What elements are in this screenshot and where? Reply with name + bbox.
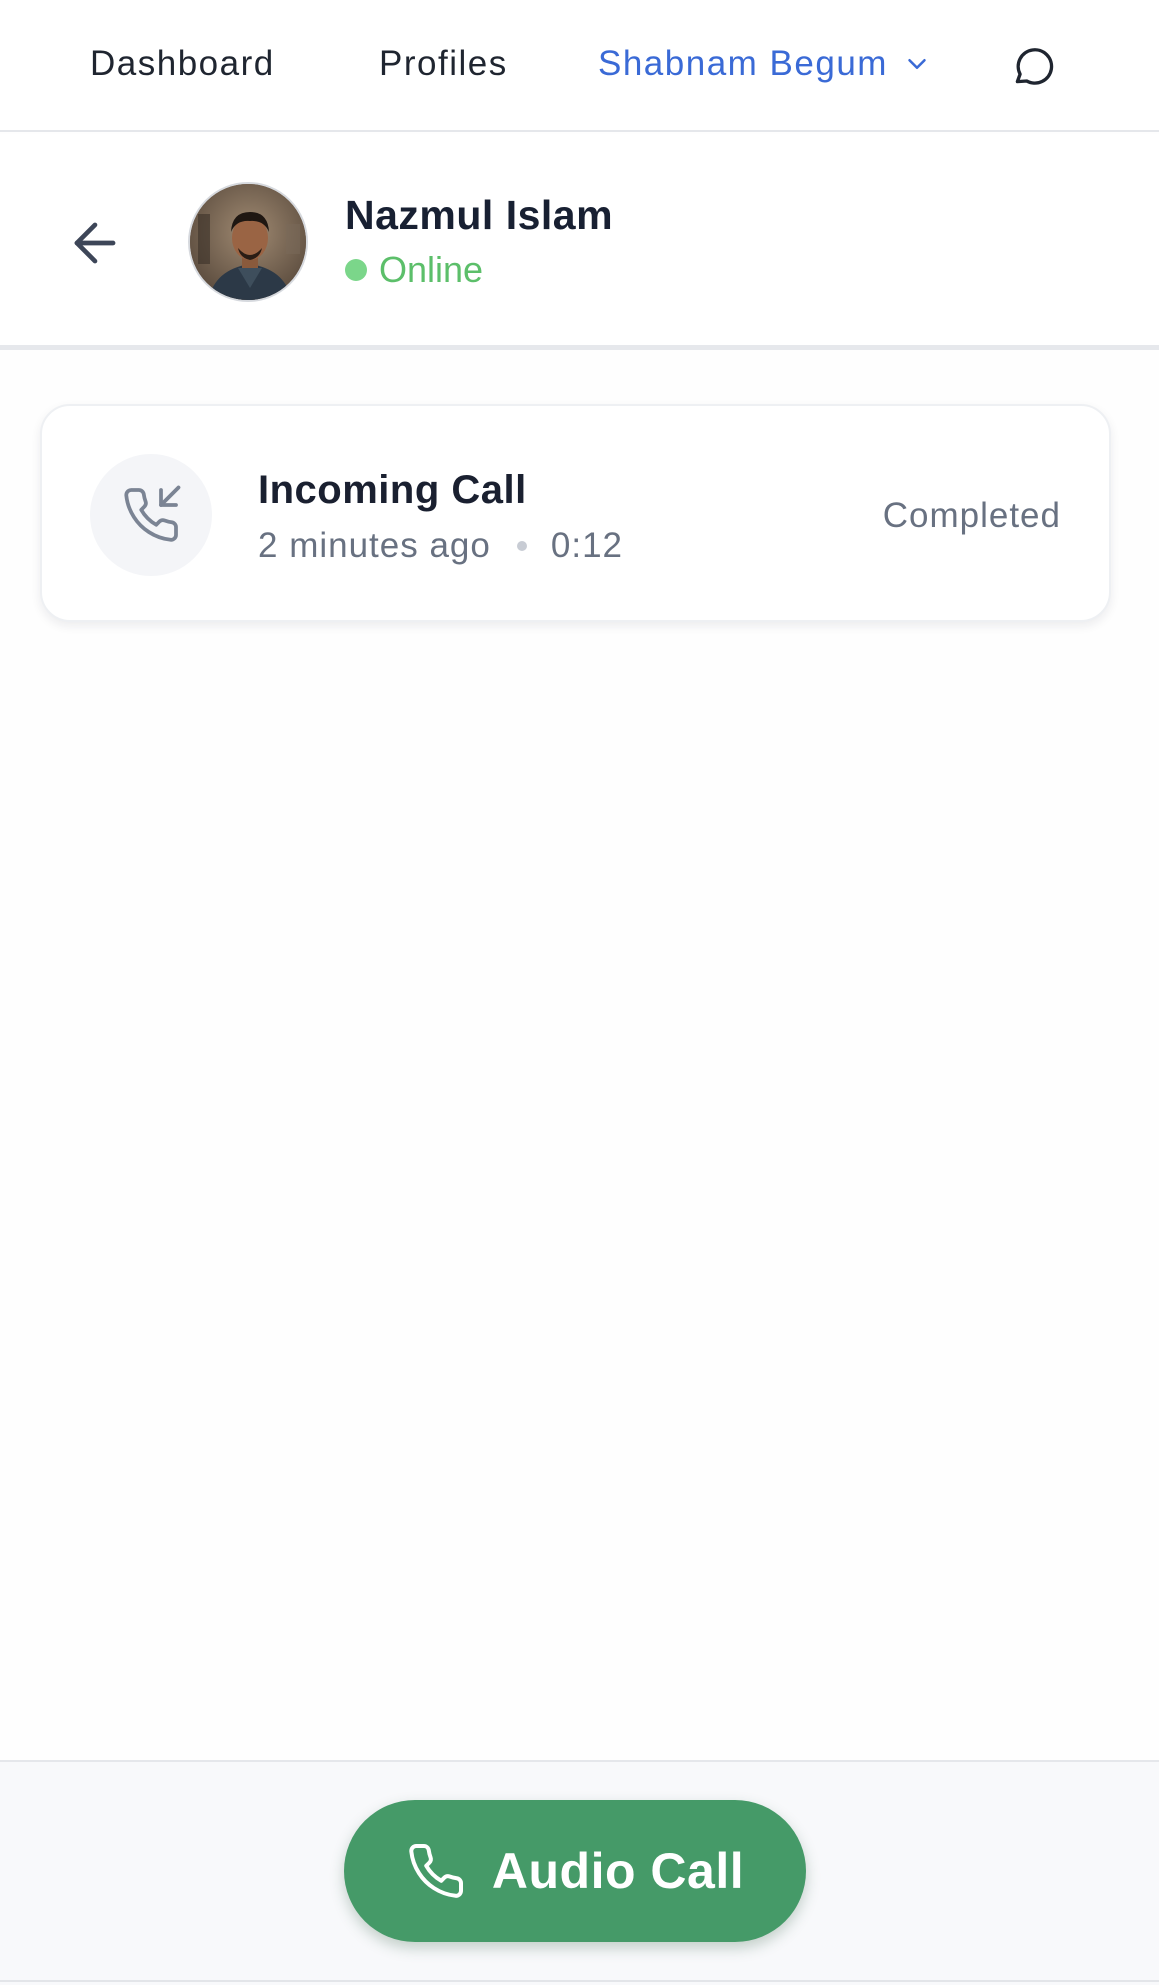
- status-text: Online: [379, 249, 484, 290]
- call-duration: 0:12: [550, 526, 623, 565]
- page: Dashboard Profiles Shabnam Begum Nazmul …: [0, 0, 1159, 1985]
- avatar-image: [190, 184, 306, 300]
- call-log-item[interactable]: Incoming Call 2 minutes ago 0:12 Complet…: [40, 404, 1111, 622]
- chevron-down-icon: [908, 59, 926, 69]
- online-dot-icon: [345, 259, 367, 281]
- separator-dot: [516, 541, 527, 551]
- audio-call-label: Audio Call: [491, 1843, 745, 1899]
- audio-call-button[interactable]: Audio Call: [344, 1800, 806, 1942]
- nav-profiles-link[interactable]: Profiles: [379, 42, 508, 86]
- top-nav: Dashboard Profiles Shabnam Begum: [0, 0, 1159, 132]
- call-status: Completed: [882, 496, 1061, 535]
- phone-incoming-icon: [124, 485, 181, 542]
- nav-dashboard-link[interactable]: Dashboard: [90, 42, 275, 86]
- avatar[interactable]: [188, 182, 308, 302]
- bottom-action-bar: Audio Call: [0, 1760, 1159, 1985]
- arrow-left-icon[interactable]: [64, 212, 126, 274]
- call-icon-badge: [90, 454, 212, 576]
- call-time-ago: 2 minutes ago: [258, 526, 491, 565]
- call-type-title: Incoming Call: [258, 468, 527, 512]
- user-name: Shabnam Begum: [598, 44, 888, 83]
- user-menu-button[interactable]: Shabnam Begum: [598, 42, 932, 86]
- contact-header: Nazmul Islam Online: [0, 134, 1159, 350]
- contact-name: Nazmul Islam: [345, 192, 614, 238]
- presence-status: Online: [345, 248, 483, 292]
- message-circle-icon[interactable]: [1008, 41, 1058, 91]
- phone-icon: [409, 1844, 463, 1898]
- call-meta: 2 minutes ago 0:12: [258, 524, 623, 568]
